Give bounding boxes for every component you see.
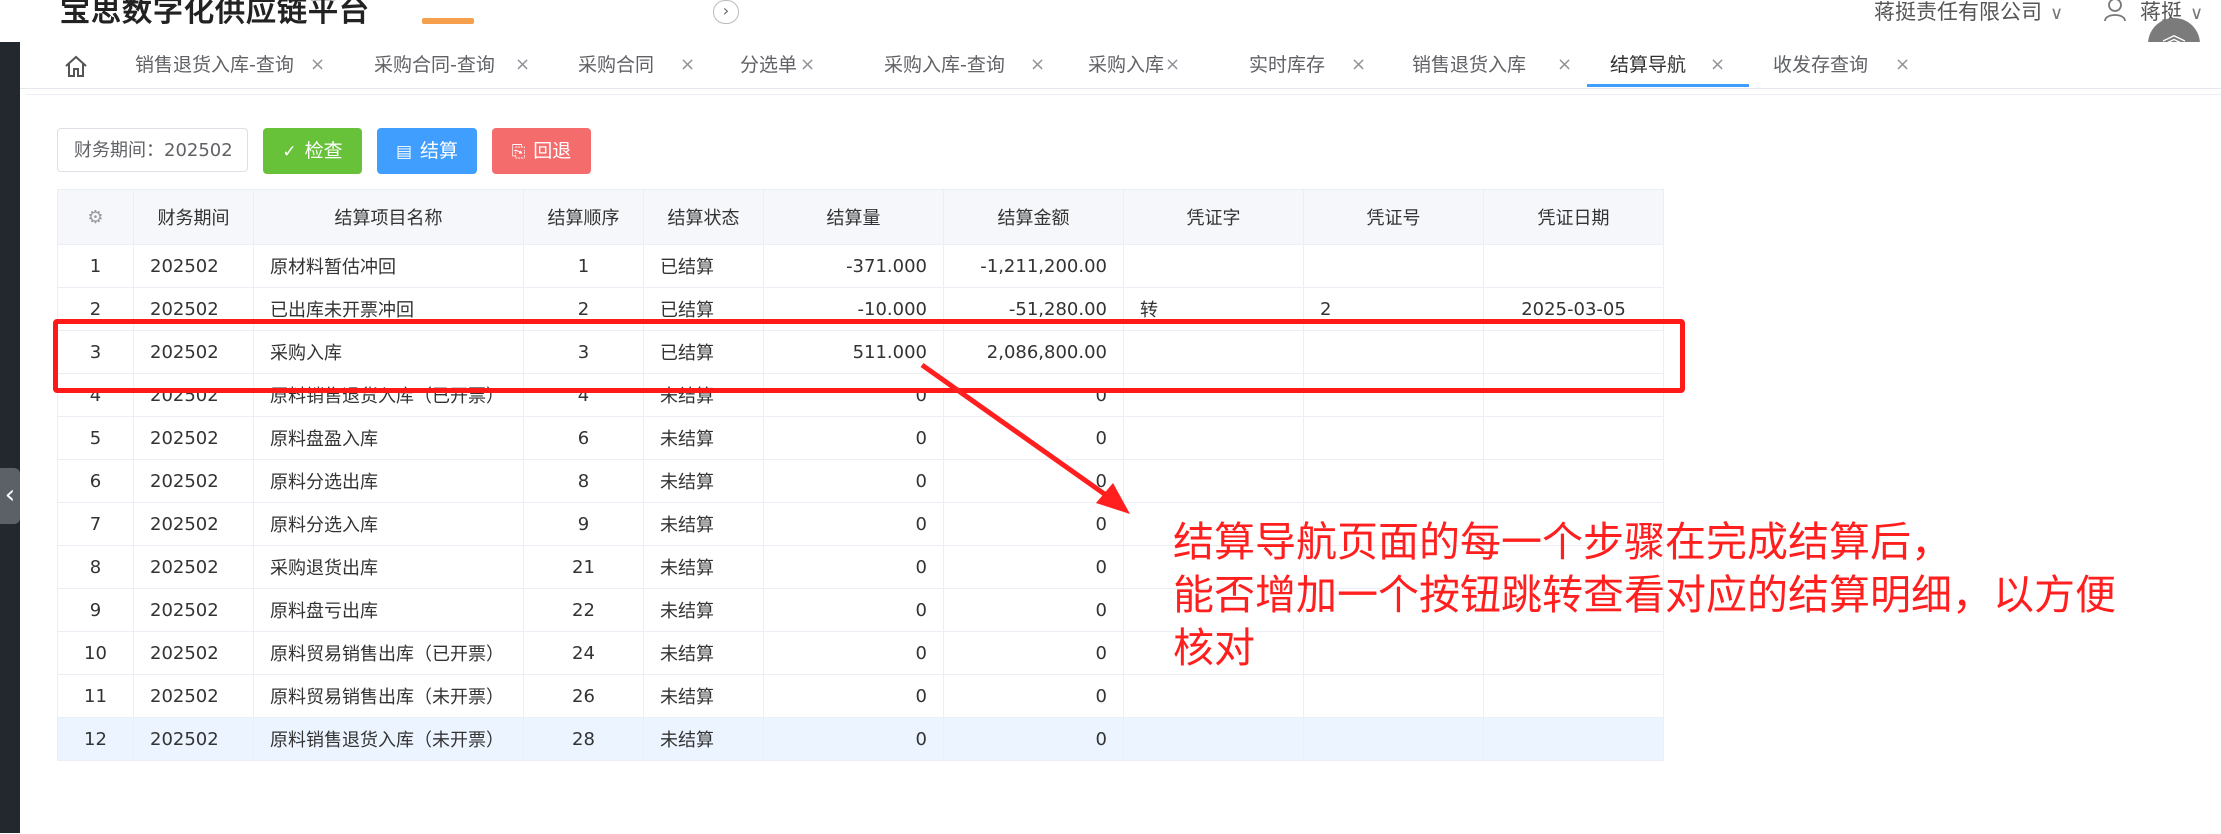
annotation-line: 核对	[1173, 624, 1255, 672]
annotation-line: 能否增加一个按钮跳转查看对应的结算明细，以方便	[1173, 571, 2116, 619]
annotation-arrow	[920, 362, 1130, 514]
annotation-line: 结算导航页面的每一个步骤在完成结算后，	[1173, 518, 1952, 566]
annotation-text: 结算导航页面的每一个步骤在完成结算后， 能否增加一个按钮跳转查看对应的结算明细，…	[1173, 516, 2116, 675]
